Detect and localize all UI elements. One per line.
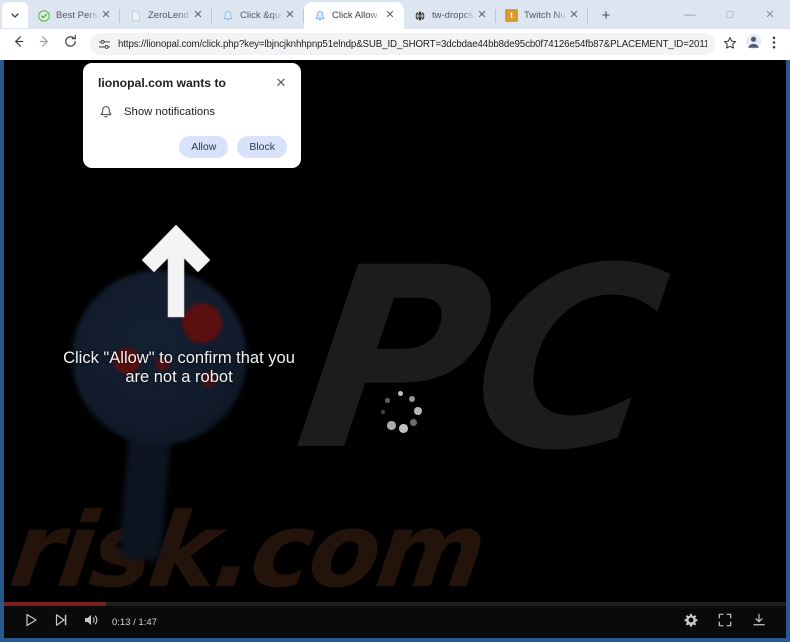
dialog-title: lionopal.com wants to — [98, 76, 226, 90]
loading-spinner-icon — [376, 390, 426, 440]
dialog-header: lionopal.com wants to ✕ — [83, 75, 301, 91]
arrow-left-icon — [11, 34, 26, 54]
window-controls: — □ ✕ — [670, 0, 790, 29]
tab-click-allow-quot[interactable]: Click &quotAll ✕ — [212, 2, 304, 29]
bookmark-button[interactable] — [720, 34, 740, 54]
twitch-icon: t — [505, 9, 518, 22]
tab-close-button[interactable]: ✕ — [191, 9, 205, 23]
tab-title: Best Personal L — [56, 10, 99, 21]
notification-permission-dialog: lionopal.com wants to ✕ Show notificatio… — [83, 63, 301, 168]
tab-title: ZeroLend Aird — [148, 10, 191, 21]
back-button[interactable] — [6, 32, 30, 56]
tab-title: Click &quotAll — [240, 10, 283, 21]
tab-close-button[interactable]: ✕ — [283, 9, 297, 23]
new-tab-button[interactable]: + — [595, 4, 617, 26]
bell-icon — [98, 104, 114, 120]
window-close-button[interactable]: ✕ — [750, 0, 790, 29]
chevron-down-icon — [10, 10, 20, 20]
profile-button[interactable] — [742, 33, 764, 55]
download-icon — [752, 613, 766, 632]
generic-page-icon — [129, 9, 142, 22]
tab-list: Best Personal L ✕ ZeroLend Aird ✕ — [28, 0, 670, 29]
fullscreen-icon — [718, 613, 732, 632]
three-dot-menu-icon — [772, 35, 776, 53]
account-icon — [745, 33, 762, 55]
screenshot-root: Best Personal L ✕ ZeroLend Aird ✕ — [0, 0, 790, 642]
cta-line-1: Click "Allow" to confirm that you — [63, 349, 295, 367]
video-buttons-row: 0:13 / 1:47 — [4, 606, 786, 638]
tab-twitch-nude[interactable]: t Twitch Nude V ✕ — [496, 2, 588, 29]
browser-window: Best Personal L ✕ ZeroLend Aird ✕ — [0, 0, 790, 642]
reload-icon — [63, 34, 78, 54]
tab-click-allow-active[interactable]: Click Allow ✕ — [304, 2, 404, 29]
cta-message: Click "Allow" to confirm that you are no… — [18, 349, 340, 387]
volume-icon — [83, 613, 99, 632]
video-right-controls — [676, 608, 774, 636]
browser-menu-button[interactable] — [764, 33, 784, 55]
bell-icon — [221, 9, 234, 22]
bell-icon — [313, 9, 326, 22]
dialog-close-button[interactable]: ✕ — [273, 74, 289, 90]
permission-label: Show notifications — [124, 106, 216, 118]
shield-check-icon — [37, 9, 50, 22]
browser-toolbar: https://lionopal.com/click.php?key=lbjnc… — [0, 29, 790, 60]
next-track-button[interactable] — [46, 608, 76, 636]
tab-close-button[interactable]: ✕ — [567, 9, 581, 23]
tab-title: Click Allow — [332, 10, 378, 21]
tab-title: Twitch Nude V — [524, 10, 567, 21]
up-arrow-icon — [140, 223, 212, 319]
window-maximize-button[interactable]: □ — [710, 0, 750, 29]
play-button[interactable] — [16, 608, 46, 636]
page-background: PC risk.com Click "Allow" to confirm tha… — [4, 60, 786, 638]
tab-close-button[interactable]: ✕ — [383, 9, 397, 23]
play-icon — [24, 613, 38, 632]
arrow-right-icon — [37, 34, 52, 54]
tune-icon[interactable] — [98, 38, 111, 51]
next-track-icon — [54, 613, 68, 632]
tab-search-button[interactable] — [2, 2, 28, 28]
gear-icon — [684, 613, 698, 632]
window-minimize-button[interactable]: — — [670, 0, 710, 29]
page-viewport: PC risk.com Click "Allow" to confirm tha… — [0, 60, 790, 642]
dialog-actions: Allow Block — [83, 120, 301, 158]
fullscreen-button[interactable] — [710, 608, 740, 636]
settings-button[interactable] — [676, 608, 706, 636]
tab-best-personal[interactable]: Best Personal L ✕ — [28, 2, 120, 29]
block-button[interactable]: Block — [237, 136, 287, 158]
volume-button[interactable] — [76, 608, 106, 636]
tab-close-button[interactable]: ✕ — [99, 9, 113, 23]
tab-title: tw-dropcs2.com — [432, 10, 475, 21]
video-time-display: 0:13 / 1:47 — [112, 616, 157, 628]
tab-close-button[interactable]: ✕ — [475, 9, 489, 23]
omnibox[interactable]: https://lionopal.com/click.php?key=lbjnc… — [90, 33, 715, 55]
reload-button[interactable] — [58, 32, 82, 56]
watermark-pc: PC — [283, 214, 672, 505]
star-icon — [723, 36, 737, 53]
video-control-bar: 0:13 / 1:47 — [4, 602, 786, 638]
tab-strip: Best Personal L ✕ ZeroLend Aird ✕ — [0, 0, 790, 29]
cta-line-2: are not a robot — [125, 368, 233, 386]
globe-icon — [413, 9, 426, 22]
tab-zerolend-airdrop[interactable]: ZeroLend Aird ✕ — [120, 2, 212, 29]
forward-button[interactable] — [32, 32, 56, 56]
allow-button[interactable]: Allow — [179, 136, 229, 158]
download-button[interactable] — [744, 608, 774, 636]
tab-tw-dropcs2[interactable]: tw-dropcs2.com ✕ — [404, 2, 496, 29]
permission-row: Show notifications — [83, 91, 301, 120]
watermark-risk: risk.com — [4, 491, 491, 611]
url-text[interactable]: https://lionopal.com/click.php?key=lbjnc… — [118, 39, 707, 50]
